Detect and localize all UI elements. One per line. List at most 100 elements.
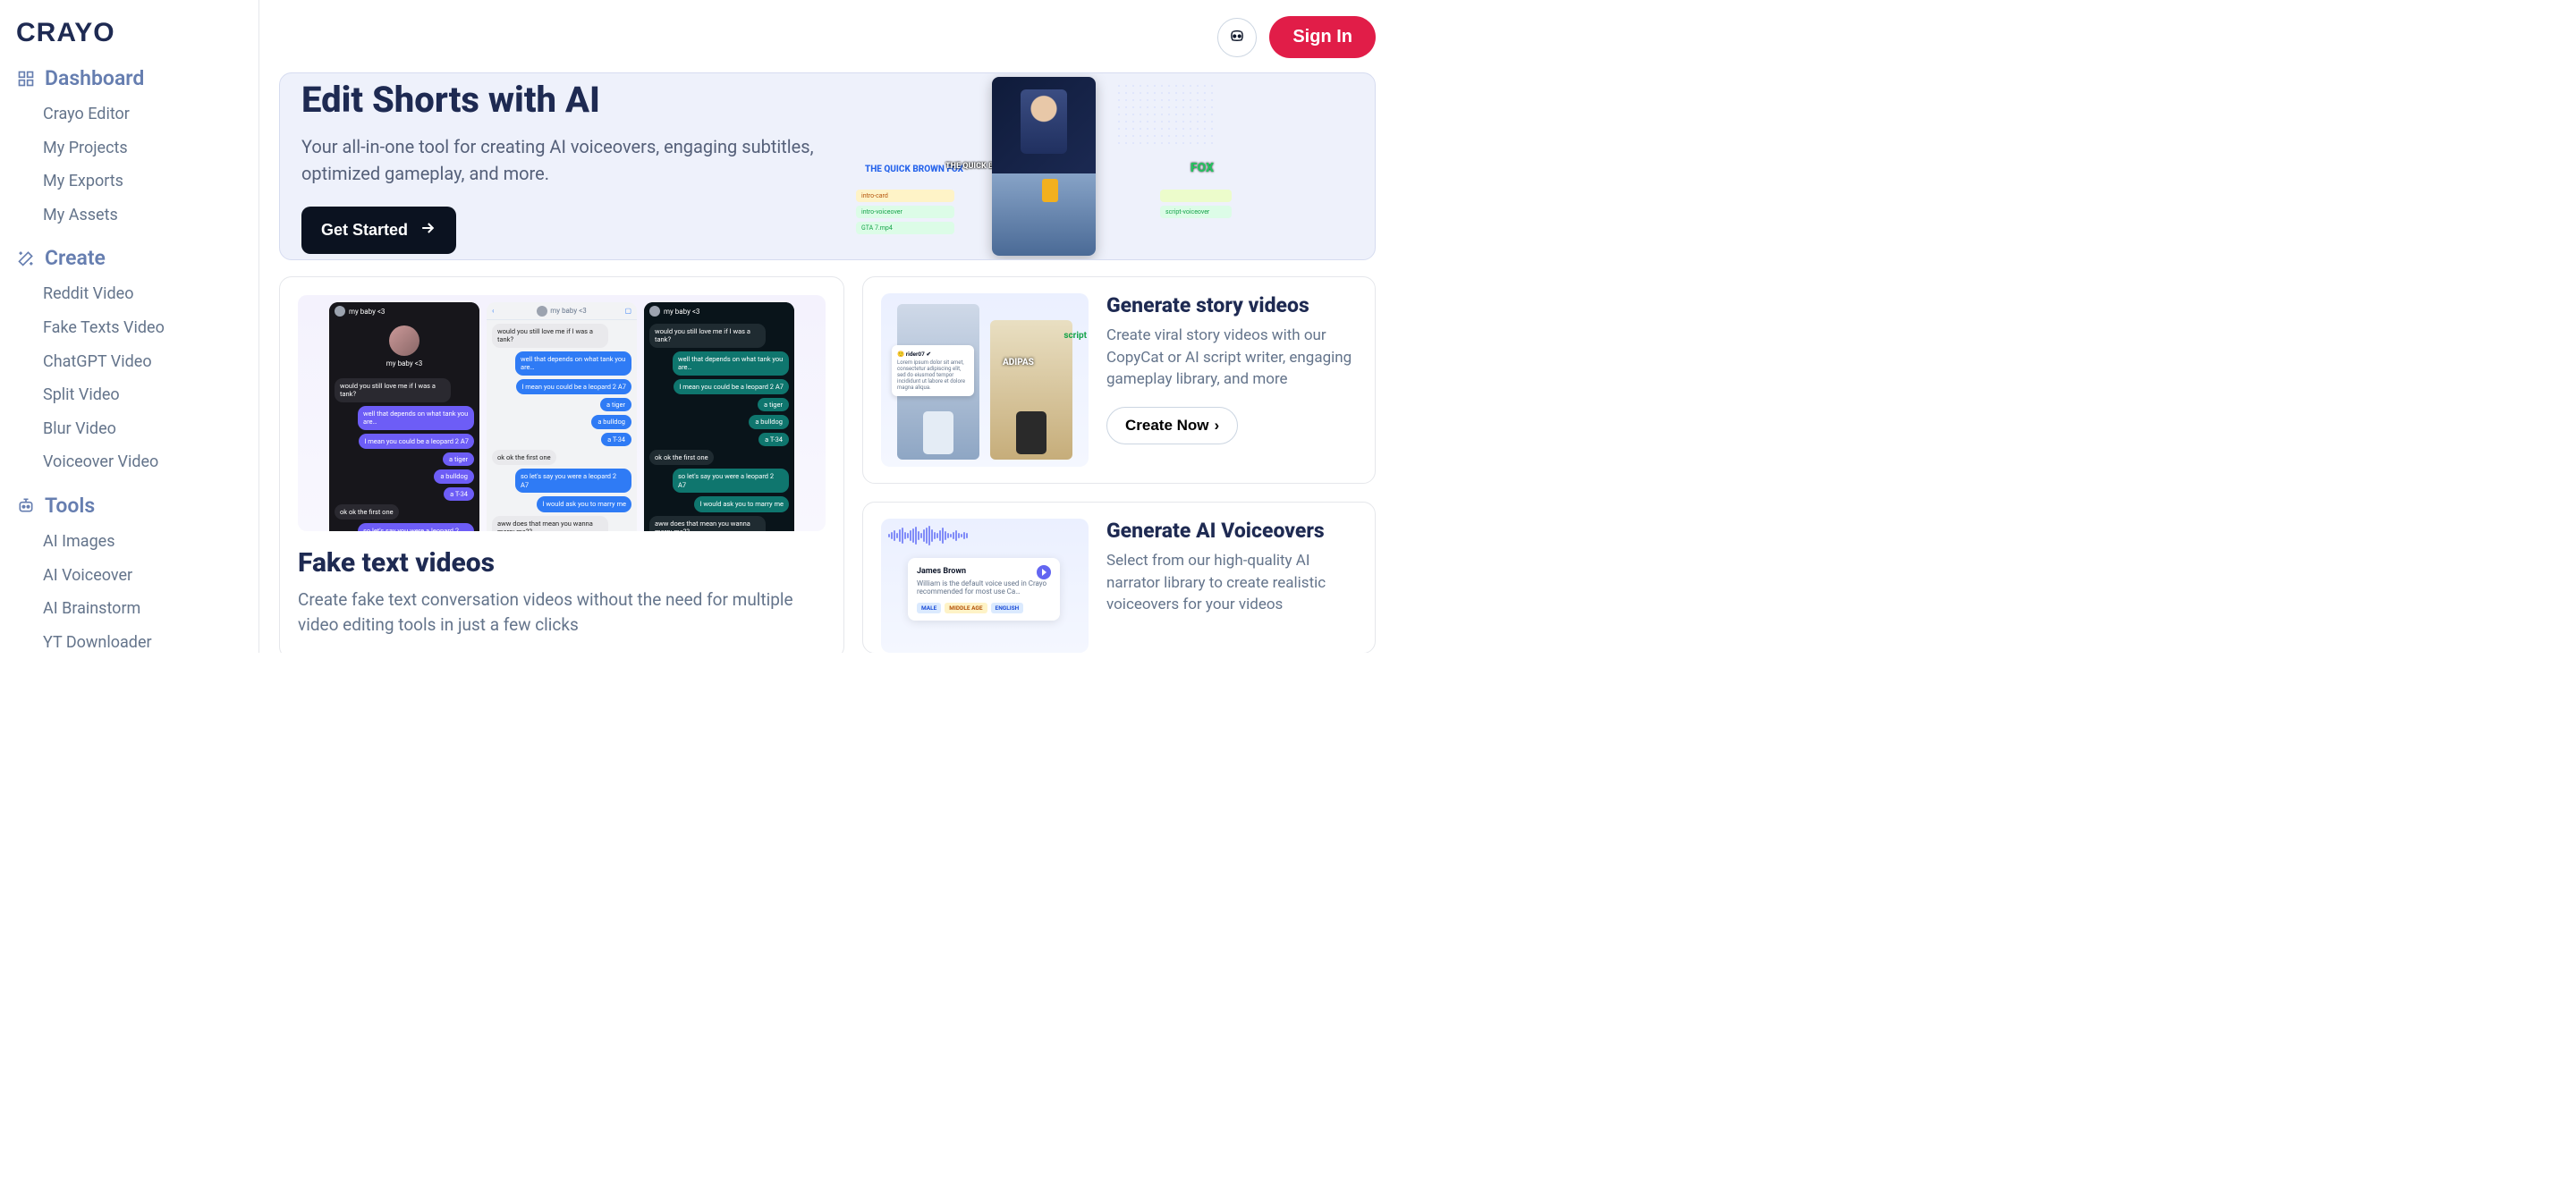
- arrow-right-icon: [419, 219, 436, 241]
- track-intro-voiceover: intro-voiceover: [856, 206, 954, 218]
- story-title: Generate story videos: [1106, 293, 1357, 317]
- create-now-button[interactable]: Create Now ›: [1106, 407, 1238, 444]
- chat-bubble: would you still love me if I was a tank?: [492, 324, 608, 348]
- hero-illustration: intro-card intro-voiceover GTA 7.mp4 scr…: [856, 77, 1232, 256]
- story-thumbnail: 🙂 rider07 ✔ Lorem ipsum dolor sit amet, …: [881, 293, 1089, 467]
- get-started-button[interactable]: Get Started: [301, 207, 456, 254]
- chat-bubble: a T-34: [601, 433, 631, 446]
- get-started-label: Get Started: [321, 221, 408, 240]
- fake-text-title: Fake text videos: [298, 547, 826, 579]
- sidebar-item-voiceover-video[interactable]: Voiceover Video: [16, 445, 244, 479]
- voice-name: James Brown: [917, 567, 1051, 576]
- contact-name-hero: my baby <3: [329, 359, 479, 368]
- chat-bubble: I would ask you to marry me: [694, 496, 789, 511]
- chat-bubble: a T-34: [444, 487, 474, 501]
- nav-section-label: Create: [45, 248, 106, 268]
- sidebar-item-blur-video[interactable]: Blur Video: [16, 412, 244, 446]
- chat-bubble: I mean you could be a leopard 2 A7: [359, 434, 474, 449]
- overlay-user: rider07: [906, 351, 925, 358]
- msgs-dark: would you still love me if I was a tank?…: [329, 375, 479, 531]
- story-desc: Create viral story videos with our CopyC…: [1106, 325, 1357, 391]
- side-column: 🙂 rider07 ✔ Lorem ipsum dolor sit amet, …: [862, 276, 1376, 653]
- main-content: Sign In Edit Shorts with AI Your all-in-…: [259, 0, 1395, 653]
- nav-section-dashboard[interactable]: Dashboard: [16, 68, 244, 89]
- hero-video-thumbnail: [992, 77, 1096, 256]
- track-script-voiceover: script-voiceover: [1160, 206, 1232, 218]
- chat-bubble: would you still love me if I was a tank?: [649, 324, 766, 348]
- tag-english: ENGLISH: [991, 603, 1024, 613]
- brand-logo: CRAYO: [16, 18, 244, 48]
- cards-row: my baby <3 my baby <3 would you still lo…: [279, 276, 1376, 653]
- sidebar-item-ai-brainstorm[interactable]: AI Brainstorm: [16, 592, 244, 626]
- chat-bubble: a tiger: [600, 398, 631, 411]
- contact-name: my baby <3: [664, 308, 699, 316]
- sidebar-item-ai-voiceover[interactable]: AI Voiceover: [16, 559, 244, 593]
- voiceover-thumbnail: James Brown William is the default voice…: [881, 519, 1089, 653]
- hero-title: Edit Shorts with AI: [301, 79, 856, 121]
- track-intro-card: intro-card: [856, 190, 954, 202]
- phone-preview-dark2: my baby <3 would you still love me if I …: [644, 302, 794, 531]
- voiceover-card[interactable]: James Brown William is the default voice…: [862, 502, 1376, 653]
- robot-icon: [16, 495, 36, 515]
- script-caption: script: [1063, 331, 1087, 341]
- voice-text: William is the default voice used in Cra…: [917, 579, 1051, 596]
- sidebar-item-chatgpt-video[interactable]: ChatGPT Video: [16, 345, 244, 379]
- topbar: Sign In: [279, 16, 1376, 58]
- msgs-light: would you still love me if I was a tank?…: [487, 320, 637, 531]
- chat-bubble: aww does that mean you wanna marry me??: [649, 516, 766, 532]
- sidebar-item-my-assets[interactable]: My Assets: [16, 199, 244, 232]
- waveform-icon: [888, 526, 978, 545]
- chat-bubble: a T-34: [758, 433, 789, 446]
- story-overlay-card: 🙂 rider07 ✔ Lorem ipsum dolor sit amet, …: [892, 345, 974, 396]
- chat-bubble: would you still love me if I was a tank?: [335, 378, 451, 402]
- fake-text-preview: my baby <3 my baby <3 would you still lo…: [298, 295, 826, 531]
- discord-button[interactable]: [1217, 18, 1257, 57]
- voiceover-desc: Select from our high-quality AI narrator…: [1106, 550, 1357, 616]
- chat-bubble: a bulldog: [434, 469, 474, 483]
- sidebar-item-my-projects[interactable]: My Projects: [16, 131, 244, 165]
- story-videos-card[interactable]: 🙂 rider07 ✔ Lorem ipsum dolor sit amet, …: [862, 276, 1376, 484]
- tag-male: MALE: [917, 603, 941, 613]
- chat-bubble: a bulldog: [749, 415, 789, 428]
- sidebar-item-yt-downloader[interactable]: YT Downloader: [16, 626, 244, 653]
- voice-tags: MALE MIDDLE AGE ENGLISH: [917, 603, 1051, 613]
- chat-bubble: I would ask you to marry me: [537, 496, 631, 511]
- chat-bubble: I mean you could be a leopard 2 A7: [674, 379, 789, 394]
- phone-preview-light: ‹my baby <3▢ would you still love me if …: [487, 302, 637, 531]
- phone-preview-dark: my baby <3 my baby <3 would you still lo…: [329, 302, 479, 531]
- sidebar-item-fake-texts-video[interactable]: Fake Texts Video: [16, 311, 244, 345]
- sidebar-item-split-video[interactable]: Split Video: [16, 378, 244, 412]
- sidebar-item-my-exports[interactable]: My Exports: [16, 165, 244, 199]
- discord-icon: [1227, 26, 1247, 48]
- nav-section-tools[interactable]: Tools: [16, 495, 244, 516]
- chat-bubble: aww does that mean you wanna marry me??: [492, 516, 608, 532]
- chat-bubble: so let's say you were a leopard 2 A7: [515, 469, 631, 493]
- sidebar-item-ai-images[interactable]: AI Images: [16, 525, 244, 559]
- contact-name: my baby <3: [550, 307, 586, 315]
- create-now-label: Create Now: [1125, 417, 1209, 435]
- chat-bubble: a tiger: [443, 452, 474, 466]
- nav-section-create[interactable]: Create: [16, 248, 244, 268]
- contact-name: my baby <3: [349, 308, 385, 316]
- chat-bubble: a bulldog: [591, 415, 631, 428]
- voice-sample-card: James Brown William is the default voice…: [908, 558, 1060, 621]
- fake-text-videos-card[interactable]: my baby <3 my baby <3 would you still lo…: [279, 276, 844, 653]
- fake-text-desc: Create fake text conversation videos wit…: [298, 587, 826, 637]
- chat-bubble: so let's say you were a leopard 2 A7: [358, 523, 474, 531]
- magic-wand-icon: [16, 249, 36, 268]
- hero-subtitle: Your all-in-one tool for creating AI voi…: [301, 133, 856, 187]
- adipas-caption: ADIPAS: [1003, 358, 1034, 368]
- hero-banner: Edit Shorts with AI Your all-in-one tool…: [279, 72, 1376, 260]
- nav-section-label: Tools: [45, 495, 95, 516]
- track-gta: GTA 7.mp4: [856, 222, 954, 234]
- voiceover-title: Generate AI Voiceovers: [1106, 519, 1357, 543]
- play-icon: [1037, 565, 1051, 579]
- dashboard-icon: [16, 69, 36, 89]
- chat-bubble: well that depends on what tank you are…: [673, 351, 789, 376]
- sidebar-item-reddit-video[interactable]: Reddit Video: [16, 277, 244, 311]
- sidebar-item-crayo-editor[interactable]: Crayo Editor: [16, 97, 244, 131]
- signin-button[interactable]: Sign In: [1269, 16, 1376, 58]
- back-icon: ‹: [492, 307, 494, 315]
- chat-bubble: so let's say you were a leopard 2 A7: [673, 469, 789, 493]
- chat-bubble: a tiger: [758, 398, 789, 411]
